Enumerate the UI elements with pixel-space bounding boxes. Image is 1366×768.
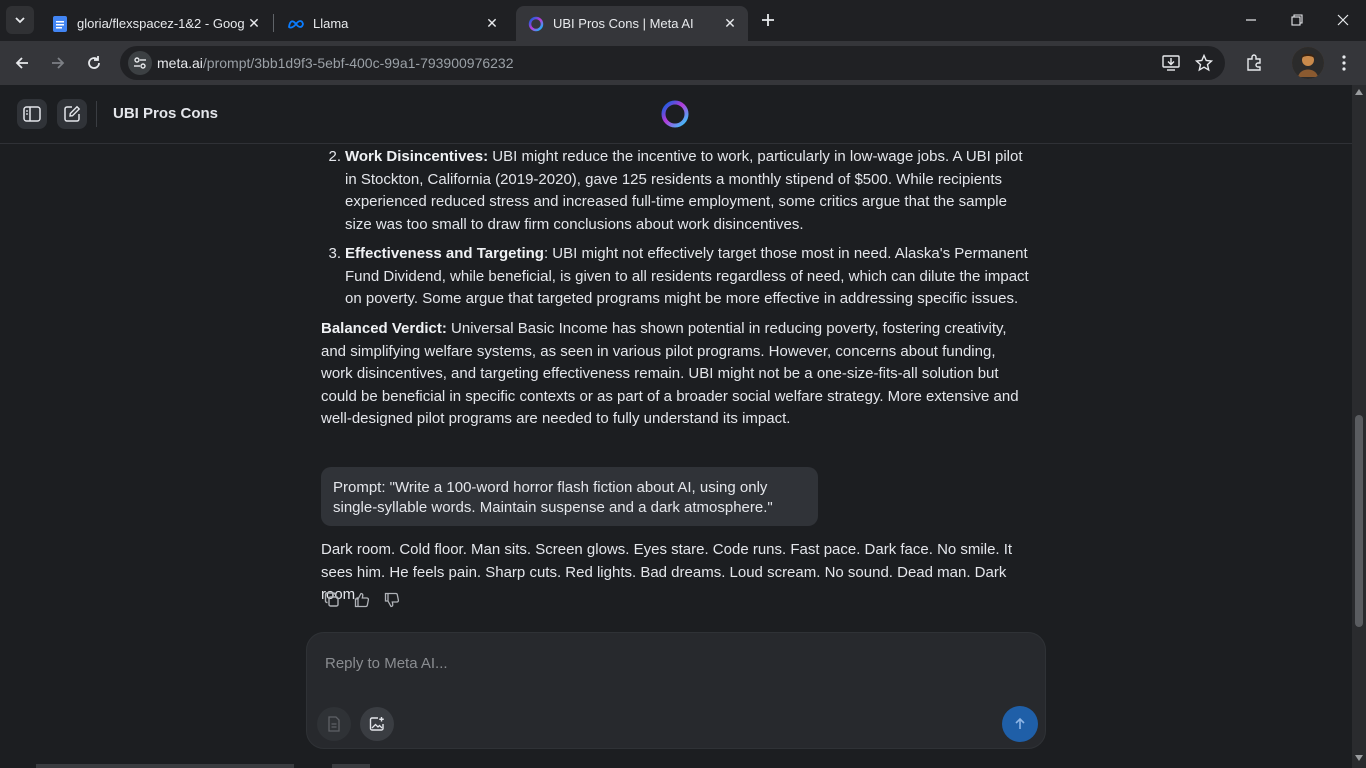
browser-tab-strip: gloria/flexspacez-1&2 - Google ✕ Llama ✕…: [0, 0, 1366, 41]
tab-divider: [273, 14, 274, 32]
list-number: 3.: [328, 245, 341, 262]
toggle-sidebar-button[interactable]: [17, 99, 47, 129]
restore-button[interactable]: [1274, 0, 1320, 40]
url-text: meta.ai/prompt/3bb1d9f3-5ebf-400c-99a1-7…: [157, 55, 514, 71]
ai-response: Dark room. Cold floor. Man sits. Screen …: [321, 541, 1013, 603]
star-icon: [1195, 54, 1213, 72]
send-button[interactable]: [1002, 706, 1038, 742]
google-docs-icon: [52, 15, 68, 32]
horizontal-scroll-track: [36, 764, 294, 768]
scroll-down-icon[interactable]: [1355, 755, 1363, 761]
meta-ai-icon: [528, 16, 544, 32]
back-button[interactable]: [8, 49, 36, 77]
page-scrollbar[interactable]: [1352, 85, 1366, 768]
avatar-image-icon: [1292, 47, 1324, 79]
tab-title: gloria/flexspacez-1&2 - Google: [77, 16, 244, 31]
list-item-text: Effectiveness and Targeting: UBI might n…: [345, 243, 1031, 311]
reply-input[interactable]: [323, 651, 987, 675]
extensions-button[interactable]: [1240, 49, 1268, 77]
new-chat-button[interactable]: [57, 99, 87, 129]
close-icon: [1337, 14, 1349, 26]
close-window-button[interactable]: [1320, 0, 1366, 40]
close-tab-icon[interactable]: ✕: [244, 14, 264, 34]
browser-toolbar: meta.ai/prompt/3bb1d9f3-5ebf-400c-99a1-7…: [0, 41, 1366, 85]
url-host: meta.ai: [157, 55, 203, 71]
meta-ai-logo-icon: [661, 100, 689, 128]
dislike-button[interactable]: [383, 591, 401, 609]
chevron-down-icon: [15, 17, 25, 24]
meta-icon: [288, 16, 304, 32]
thumbs-up-icon: [354, 592, 370, 608]
reply-composer: [306, 632, 1046, 749]
install-icon: [1162, 55, 1180, 71]
tab-google-docs[interactable]: gloria/flexspacez-1&2 - Google ✕: [40, 6, 272, 41]
copy-button[interactable]: [323, 591, 341, 609]
arrow-right-icon: [52, 57, 65, 69]
header-divider: [96, 101, 97, 127]
scroll-up-icon[interactable]: [1355, 89, 1363, 95]
sidebar-icon: [23, 106, 41, 122]
install-app-button[interactable]: [1160, 52, 1182, 74]
tab-title: UBI Pros Cons | Meta AI: [553, 16, 694, 31]
bookmark-button[interactable]: [1193, 52, 1215, 74]
forward-button[interactable]: [44, 49, 72, 77]
arrow-up-icon: [1015, 717, 1025, 729]
more-vertical-icon: [1342, 55, 1346, 71]
image-add-icon: [369, 717, 384, 731]
site-info-button[interactable]: [128, 51, 152, 75]
horizontal-scroll-segment: [332, 764, 370, 768]
tab-search-button[interactable]: [6, 6, 34, 34]
close-tab-icon[interactable]: ✕: [482, 14, 502, 34]
verdict-paragraph: Balanced Verdict: Universal Basic Income…: [321, 318, 1031, 431]
address-bar[interactable]: meta.ai/prompt/3bb1d9f3-5ebf-400c-99a1-7…: [120, 46, 1225, 80]
thumbs-down-icon: [384, 592, 400, 608]
restore-icon: [1291, 14, 1303, 26]
verdict-heading: Balanced Verdict:: [321, 320, 447, 337]
chat-header: UBI Pros Cons: [0, 85, 1352, 144]
attach-image-button[interactable]: [360, 707, 394, 741]
compose-icon: [64, 105, 81, 122]
document-icon: [328, 716, 340, 732]
attach-document-button[interactable]: [317, 707, 351, 741]
list-item-text: Work Disincentives: UBI might reduce the…: [345, 146, 1031, 236]
url-path: /prompt/3bb1d9f3-5ebf-400c-99a1-79390097…: [202, 55, 514, 71]
profile-avatar[interactable]: [1292, 47, 1324, 79]
user-message-bubble: Prompt: "Write a 100-word horror flash f…: [321, 467, 818, 526]
arrow-left-icon: [15, 57, 28, 69]
list-number: 2.: [328, 148, 341, 165]
scrollbar-thumb[interactable]: [1355, 415, 1363, 627]
tab-meta-ai[interactable]: UBI Pros Cons | Meta AI ✕: [516, 6, 748, 41]
new-tab-button[interactable]: [756, 8, 780, 32]
conversation-title: UBI Pros Cons: [113, 105, 219, 122]
meta-ai-page: UBI Pros Cons 2. Work Disincentives: UBI…: [0, 85, 1366, 768]
close-tab-icon[interactable]: ✕: [720, 14, 740, 34]
reload-button[interactable]: [80, 49, 108, 77]
minimize-icon: [1246, 19, 1256, 21]
copy-icon: [324, 592, 339, 607]
puzzle-icon: [1247, 54, 1261, 71]
browser-menu-button[interactable]: [1330, 49, 1358, 77]
minimize-button[interactable]: [1228, 0, 1274, 40]
tab-llama[interactable]: Llama ✕: [276, 6, 510, 41]
tune-icon: [134, 57, 146, 69]
plus-icon: [762, 14, 774, 26]
tab-title: Llama: [313, 16, 349, 31]
list-item-heading: Effectiveness and Targeting: [345, 245, 544, 262]
response-actions: [323, 591, 401, 609]
list-item-heading: Work Disincentives:: [345, 148, 489, 165]
like-button[interactable]: [353, 591, 371, 609]
reload-icon: [88, 56, 100, 69]
